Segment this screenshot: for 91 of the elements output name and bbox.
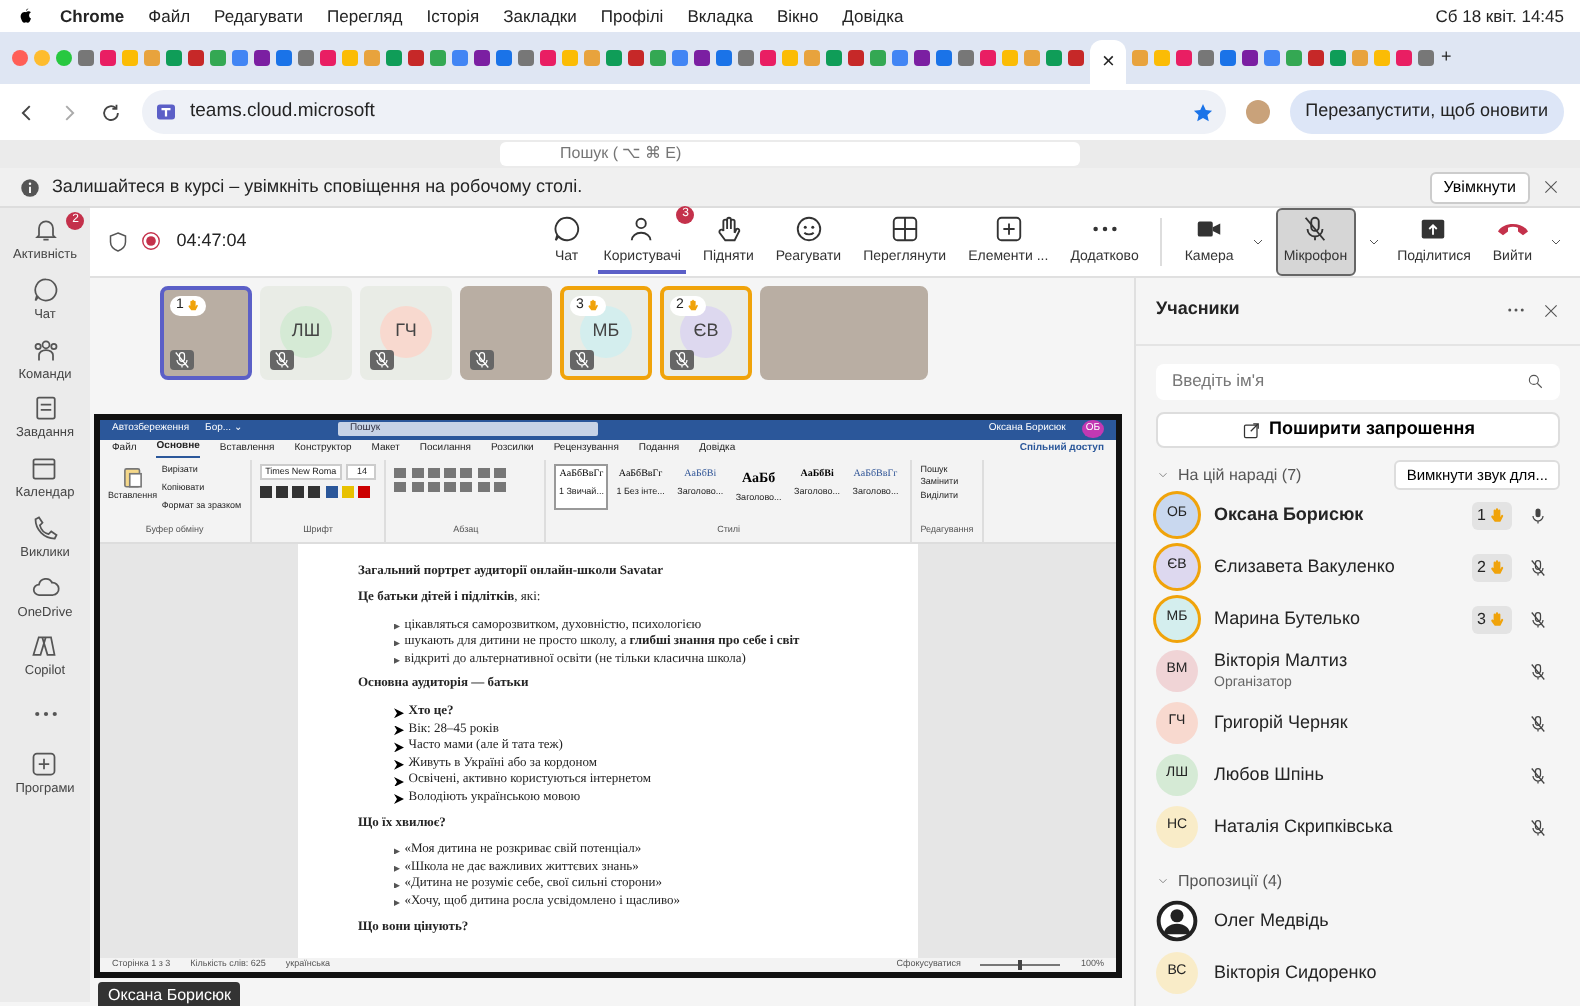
participant-name[interactable]: Вікторія Малтиз (1214, 647, 1348, 674)
bullet-icon (394, 848, 400, 855)
arrow-bullet-icon (394, 725, 404, 736)
cloud-icon (31, 573, 59, 601)
menu-item[interactable]: Вкладка (687, 3, 753, 29)
update-button[interactable]: Перезапустити, щоб оновити (1289, 90, 1564, 134)
participant-name[interactable]: Наталія Скрипківська (1214, 813, 1393, 841)
bullet-icon (394, 865, 400, 872)
close-icon[interactable] (1542, 301, 1560, 319)
participant-name[interactable]: Єлизавета Вакуленко (1214, 553, 1395, 581)
calendar-icon (30, 454, 59, 482)
search-icon (1526, 372, 1544, 390)
hand-icon (585, 298, 600, 313)
bullet-icon (394, 900, 400, 906)
apple-logo-icon (16, 6, 36, 26)
invite-button[interactable]: Поширити запрошення (1156, 411, 1560, 447)
hand-icon (1488, 506, 1506, 524)
avatar: ЛШ (280, 306, 332, 358)
reload-icon[interactable] (100, 101, 122, 123)
plus-icon (993, 214, 1024, 244)
chat-icon (551, 214, 582, 244)
share-icon (1241, 419, 1262, 439)
info-icon (20, 177, 40, 197)
menu-item[interactable]: Історія (426, 3, 480, 29)
video-tile[interactable]: ГЧ (360, 285, 452, 379)
person-avatar-icon (1156, 900, 1198, 942)
new-tab-button[interactable]: + (1440, 44, 1452, 72)
shield-icon (106, 229, 130, 254)
raised-hand-badge: 3 (1471, 605, 1512, 633)
profile-avatar[interactable] (1245, 100, 1270, 124)
plus-icon (30, 750, 59, 778)
hand-icon (185, 298, 200, 313)
hand-icon (713, 214, 744, 244)
participant-name[interactable]: Григорій Черняк (1214, 709, 1348, 737)
bullet-icon (394, 882, 400, 889)
section-header[interactable]: Пропозиції (4) (1178, 869, 1283, 893)
close-icon[interactable] (1542, 178, 1560, 196)
name-search-field[interactable]: Введіть ім'я (1156, 363, 1560, 399)
arrow-bullet-icon (394, 759, 404, 770)
bookmark-star-icon[interactable] (1191, 101, 1214, 123)
notice-text: Залишайтеся в курсі – увімкніть сповіщення на робочому столі. (52, 173, 583, 200)
menu-item[interactable]: Редагувати (214, 3, 304, 29)
arrow-bullet-icon (394, 776, 404, 787)
participant-name[interactable]: Олег Медвідь (1214, 907, 1329, 935)
chat-icon (31, 275, 59, 304)
grid-icon (889, 214, 920, 244)
menu-item[interactable]: Файл (148, 3, 191, 29)
arrow-bullet-icon (394, 742, 404, 753)
video-tile[interactable]: ЛШ (260, 285, 352, 379)
bullet-icon (394, 657, 400, 664)
url-text: teams.cloud.microsoft (190, 97, 375, 126)
share-screen-icon (1418, 214, 1449, 244)
panel-title: Учасники (1156, 296, 1240, 323)
raised-hand-badge: 1 (1471, 501, 1512, 529)
arrow-bullet-icon (394, 708, 404, 719)
slider-thumb[interactable] (1018, 959, 1023, 969)
clock: Сб 18 квіт. 14:45 (1435, 3, 1564, 29)
people-icon (31, 335, 59, 363)
hand-icon (685, 298, 700, 313)
site-icon (154, 100, 178, 124)
bullet-icon (394, 640, 400, 647)
enable-button[interactable]: Увімкнути (1429, 171, 1530, 203)
presenter-name: Оксана Борисюк (98, 981, 241, 1006)
phone-icon (31, 513, 59, 542)
search-field[interactable]: Пошук ( ⌥ ⌘ E) (500, 142, 1080, 166)
participant-name[interactable]: Вікторія Сидоренко (1214, 959, 1377, 987)
menu-item[interactable]: Закладки (503, 3, 577, 29)
avatar: ГЧ (380, 306, 432, 358)
participant-name[interactable]: Оксана Борисюк (1214, 501, 1364, 529)
app-menu[interactable]: Chrome (60, 3, 125, 29)
meeting-timer: 04:47:04 (176, 228, 247, 254)
raised-hand-badge: 2 (1471, 553, 1512, 581)
participant-name[interactable]: Марина Бутелько (1214, 605, 1361, 633)
bullet-icon (394, 623, 400, 630)
menu-item[interactable]: Довідка (842, 3, 904, 29)
muted-mic-icon (1300, 214, 1331, 244)
arrow-bullet-icon (394, 794, 404, 805)
menu-item[interactable]: Вікно (776, 3, 819, 29)
address-bar[interactable]: teams.cloud.microsoft (142, 90, 1226, 134)
participant-name[interactable]: Любов Шпінь (1214, 761, 1324, 789)
bell-icon (31, 216, 59, 244)
clipboard-icon (31, 394, 59, 423)
smiley-icon (793, 214, 824, 244)
section-header[interactable]: На цій нараді (7) (1178, 463, 1302, 487)
hand-icon (1488, 610, 1506, 628)
tab-close-button[interactable]: × (1090, 40, 1127, 84)
app-logo-icon (30, 632, 59, 661)
video-placeholder[interactable] (460, 285, 552, 379)
menu-item[interactable]: Перегляд (327, 3, 403, 29)
menu-item[interactable]: Профілі (600, 3, 664, 29)
hand-icon (1488, 558, 1506, 576)
